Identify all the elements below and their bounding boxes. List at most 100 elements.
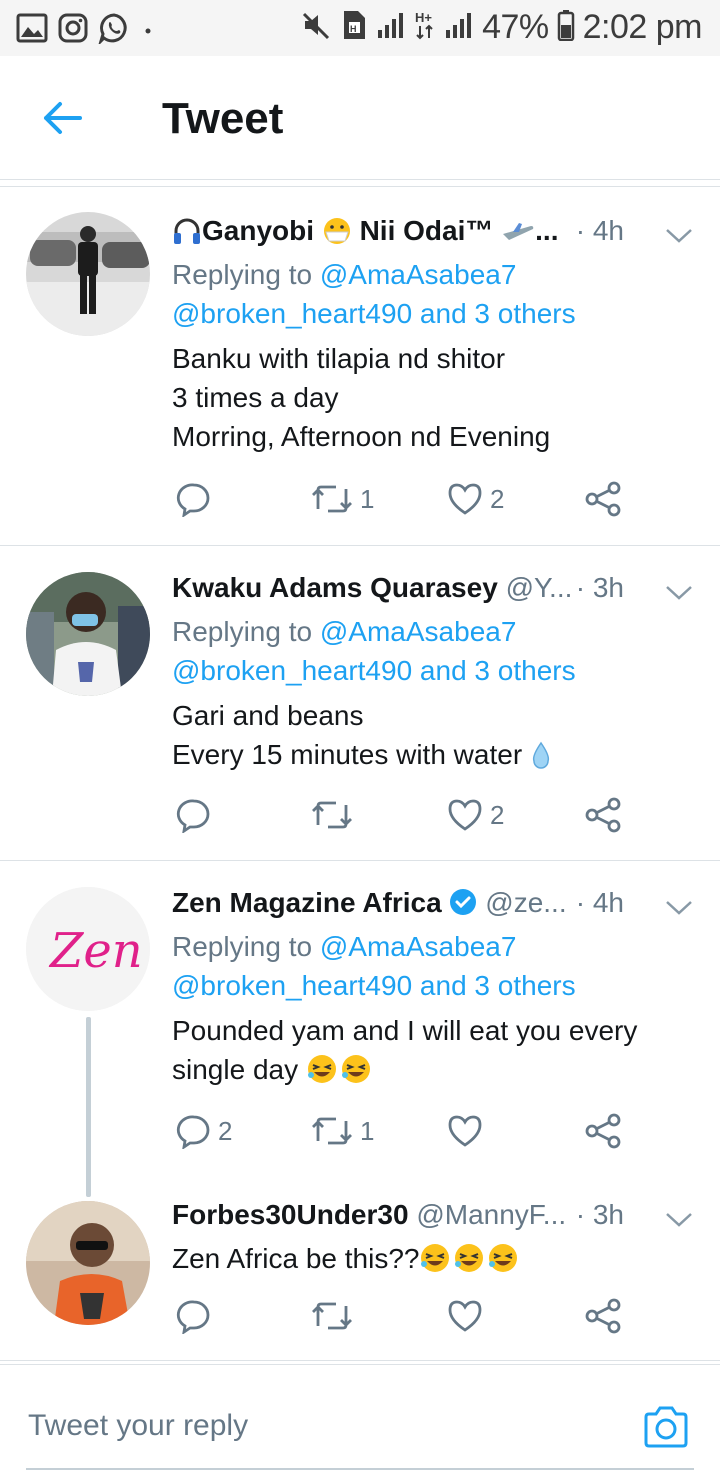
retweet-icon: [312, 485, 352, 513]
reply-composer: Tweet your reply: [0, 1364, 720, 1480]
droplet-emoji: [530, 740, 552, 780]
like-count: 2: [490, 483, 505, 514]
camera-button[interactable]: [642, 1405, 690, 1449]
signal-icon: [444, 10, 474, 45]
like-button[interactable]: [446, 1113, 490, 1149]
mention-link[interactable]: @broken_heart490 and 3 others: [172, 298, 576, 329]
svg-text:H: H: [350, 24, 357, 34]
replying-to: Replying to @AmaAsabea7 @broken_heart490…: [172, 927, 694, 1005]
like-icon: [448, 1115, 482, 1147]
tweet-menu-button[interactable]: [664, 221, 694, 243]
chevron-down-icon: [666, 1213, 692, 1227]
retweet-button[interactable]: [310, 797, 360, 833]
share-button[interactable]: [584, 1298, 622, 1334]
retweet-icon: [312, 801, 352, 829]
tweet-text: Banku with tilapia nd shitor 3 times a d…: [172, 339, 694, 456]
reply-input[interactable]: Tweet your reply: [28, 1409, 248, 1443]
network-h-plus-icon: H+: [414, 9, 436, 46]
tweet-actions: 2 1: [0, 1113, 720, 1153]
replying-to: Replying to @AmaAsabea7 @broken_heart490…: [172, 255, 694, 333]
retweet-icon: [312, 1117, 352, 1145]
tweet-text-line: single day: [172, 1054, 299, 1085]
gallery-icon: [16, 13, 48, 48]
author-name[interactable]: Kwaku Adams Quarasey: [172, 572, 498, 603]
avatar[interactable]: [26, 572, 150, 696]
share-icon: [585, 797, 621, 833]
replying-to: Replying to @AmaAsabea7 @broken_heart490…: [172, 612, 694, 690]
mask-face-emoji: [322, 216, 352, 253]
avatar[interactable]: Zen: [26, 887, 150, 1011]
name-ellipsis: ...: [535, 215, 559, 246]
sim-icon: H: [340, 9, 368, 46]
retweet-button[interactable]: 1: [310, 481, 374, 517]
tweet-menu-button[interactable]: [664, 893, 694, 915]
author-handle[interactable]: @MannyF...: [416, 1199, 566, 1230]
reply-button[interactable]: [176, 797, 218, 833]
chevron-down-icon: [666, 586, 692, 600]
tweet-text-line: Every 15 minutes with water: [172, 739, 523, 770]
mention-link[interactable]: @AmaAsabea7: [320, 931, 517, 962]
page-title: Tweet: [162, 94, 284, 143]
zen-logo: Zen: [48, 923, 143, 979]
mention-link[interactable]: @AmaAsabea7: [320, 259, 517, 290]
author-name-secondary[interactable]: Nii Odai™: [360, 215, 494, 246]
like-button[interactable]: 2: [446, 481, 504, 517]
signal-icon: [376, 10, 406, 45]
like-button[interactable]: 2: [446, 797, 504, 833]
notification-dot-icon: [140, 13, 160, 48]
battery-icon: [557, 9, 575, 46]
tweet-menu-button[interactable]: [664, 578, 694, 600]
author-name[interactable]: Zen Magazine Africa: [172, 887, 442, 918]
share-icon: [585, 1113, 621, 1149]
timestamp[interactable]: · 3h: [576, 1199, 624, 1231]
tweet-text-line-wrap: single day: [172, 1050, 694, 1095]
share-icon: [585, 481, 621, 517]
tweet-text-line: 3 times a day: [172, 382, 339, 413]
tweet-text-line-wrap: Zen Africa be this??: [172, 1239, 694, 1284]
author-name[interactable]: Forbes30Under30: [172, 1199, 409, 1230]
timestamp[interactable]: · 4h: [576, 887, 624, 919]
reply-button[interactable]: [176, 1298, 218, 1334]
timestamp[interactable]: · 3h: [576, 572, 624, 604]
tweet-actions: 2: [0, 797, 720, 837]
reply-button[interactable]: 2: [176, 1113, 232, 1149]
clock: 2:02 pm: [582, 8, 703, 46]
reply-button[interactable]: [176, 481, 218, 517]
chevron-down-icon: [666, 901, 692, 915]
retweet-button[interactable]: [310, 1298, 360, 1334]
share-icon: [585, 1298, 621, 1334]
timestamp[interactable]: · 4h: [576, 215, 624, 247]
tweet[interactable]: Forbes30Under30 @MannyF... · 3h Zen Afri…: [0, 1183, 720, 1361]
like-button[interactable]: [446, 1298, 490, 1334]
mention-link[interactable]: @AmaAsabea7: [320, 616, 517, 647]
share-button[interactable]: [584, 481, 622, 517]
author-handle[interactable]: @ze...: [485, 887, 566, 918]
replying-to-label: Replying to: [172, 931, 320, 962]
retweet-button[interactable]: 1: [310, 1113, 374, 1149]
author-handle[interactable]: @Y...: [506, 572, 573, 603]
tweet[interactable]: Zen Zen Magazine Africa @ze... · 4h Repl…: [0, 861, 720, 1197]
tweet-actions: [0, 1298, 720, 1338]
chevron-down-icon: [666, 229, 692, 243]
reply-icon: [176, 1115, 210, 1149]
battery-percent: 47%: [482, 8, 549, 46]
share-button[interactable]: [584, 797, 622, 833]
author-name[interactable]: Ganyobi: [202, 215, 314, 246]
camera-icon: [644, 1406, 688, 1448]
retweet-count: 1: [360, 483, 375, 514]
laughing-emoji: [306, 1053, 372, 1095]
share-button[interactable]: [584, 1113, 622, 1149]
laughing-emoji: [419, 1242, 519, 1284]
tweet-menu-button[interactable]: [664, 1205, 694, 1227]
tweet[interactable]: Kwaku Adams Quarasey @Y... · 3h Replying…: [0, 546, 720, 861]
tweet[interactable]: Ganyobi Nii Odai™ ... · 4h Replying to @…: [0, 187, 720, 546]
retweet-icon: [312, 1302, 352, 1330]
instagram-icon: [58, 13, 88, 48]
status-bar: H H+ 47% 2:02 pm: [0, 0, 720, 56]
back-button[interactable]: [40, 96, 84, 140]
mention-link[interactable]: @broken_heart490 and 3 others: [172, 655, 576, 686]
headphones-icon: [172, 216, 202, 253]
tweet-actions: 1 2: [0, 481, 720, 521]
mention-link[interactable]: @broken_heart490 and 3 others: [172, 970, 576, 1001]
avatar[interactable]: [26, 212, 150, 336]
